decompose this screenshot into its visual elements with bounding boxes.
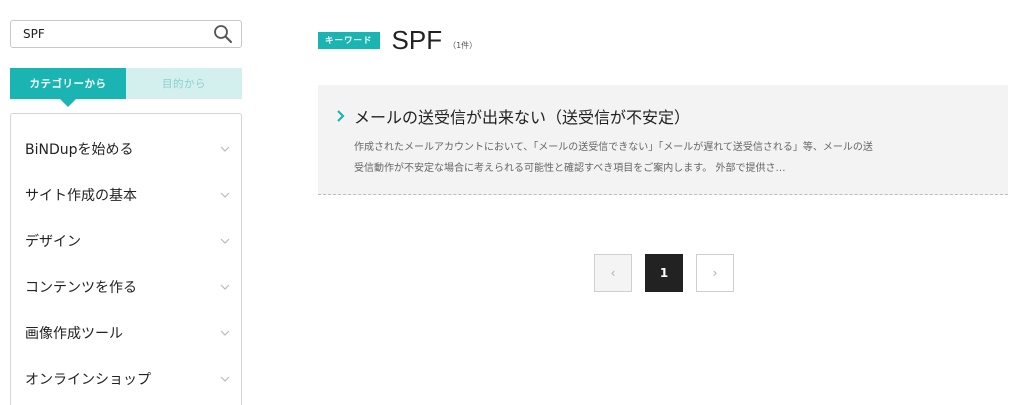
result-description-line: 受信動作が不安定な場合に考えられる可能性と確認すべき項目をご案内します。 外部で… (354, 163, 786, 174)
chevron-down-icon (219, 373, 231, 385)
category-item-design[interactable]: デザイン (11, 218, 241, 264)
chevron-left-icon: ‹ (610, 266, 616, 280)
category-item-contents[interactable]: コンテンツを作る (11, 264, 241, 310)
chevron-down-icon (219, 143, 231, 155)
search-button[interactable] (211, 23, 235, 45)
category-label: サイト作成の基本 (25, 188, 137, 204)
chevron-down-icon (219, 281, 231, 293)
chevron-right-icon (337, 110, 345, 122)
category-item-image-tools[interactable]: 画像作成ツール (11, 310, 241, 356)
result-count: （1件） (448, 40, 478, 50)
category-item-site-basics[interactable]: サイト作成の基本 (11, 172, 241, 218)
category-label: BiNDupを始める (25, 142, 134, 158)
keyword-header: キーワード SPF （1件） (318, 24, 477, 56)
result-title-row: メールの送受信が出来ない（送受信が不安定） (336, 104, 690, 128)
chevron-down-icon (219, 327, 231, 339)
search-input[interactable] (11, 21, 201, 47)
result-description-line: 作成されたメールアカウントにおいて、「メールの送受信できない」「メールが遅れて送… (354, 142, 873, 153)
chevron-right-icon: › (712, 266, 718, 280)
category-item-online-shop[interactable]: オンラインショップ (11, 356, 241, 402)
category-label: オンラインショップ (25, 372, 151, 388)
category-item-bindup-start[interactable]: BiNDupを始める (11, 126, 241, 172)
search-box (10, 20, 242, 48)
next-page-button[interactable]: › (696, 254, 734, 292)
page-1-button[interactable]: 1 (645, 254, 683, 292)
tab-category[interactable]: カテゴリーから (10, 68, 126, 107)
result-description: 作成されたメールアカウントにおいて、「メールの送受信できない」「メールが遅れて送… (354, 137, 994, 179)
keyword-term: SPF (391, 24, 443, 55)
tab-purpose[interactable]: 目的から (126, 68, 242, 99)
result-title-link[interactable]: メールの送受信が出来ない（送受信が不安定） (354, 104, 690, 128)
chevron-down-icon (219, 189, 231, 201)
category-label: コンテンツを作る (25, 280, 137, 296)
chevron-down-icon (219, 235, 231, 247)
search-icon (214, 25, 232, 43)
category-list: BiNDupを始める サイト作成の基本 デザイン コンテンツを作る 画像作成ツー… (10, 113, 242, 405)
prev-page-button[interactable]: ‹ (594, 254, 632, 292)
keyword-badge: キーワード (318, 31, 380, 49)
category-tabs: カテゴリーから 目的から (10, 68, 242, 107)
category-label: 画像作成ツール (25, 326, 123, 342)
category-label: デザイン (25, 234, 81, 250)
result-item[interactable]: メールの送受信が出来ない（送受信が不安定） 作成されたメールアカウントにおいて、… (318, 85, 1008, 195)
